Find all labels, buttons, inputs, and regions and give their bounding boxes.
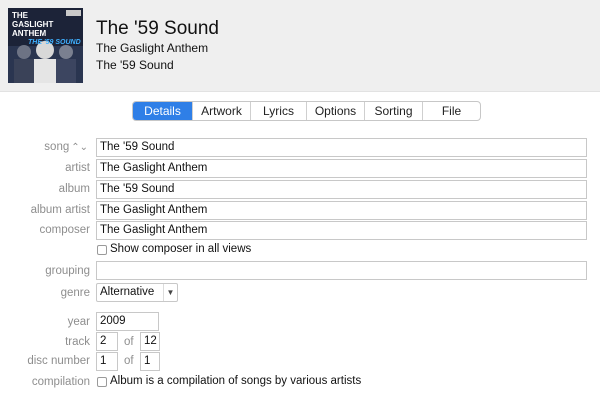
show-composer-label: Show composer in all views	[110, 243, 252, 255]
disc-total-field[interactable]: 1	[140, 352, 160, 371]
track-number-field[interactable]: 2	[96, 332, 118, 351]
album-artwork-image: THE GASLIGHT ANTHEM THE '59 SOUND	[8, 8, 83, 83]
artwork-text-line-3: ANTHEM	[12, 29, 47, 38]
track-total-field[interactable]: 12	[140, 332, 160, 351]
song-info-header: THE GASLIGHT ANTHEM THE '59 SOUND The '5…	[0, 0, 600, 92]
song-label: song ⌃⌄	[0, 141, 88, 153]
tab-sorting[interactable]: Sorting	[364, 102, 422, 120]
album-label: album	[58, 183, 90, 195]
genre-select[interactable]: Alternative ▼	[96, 283, 178, 302]
compilation-label: compilation	[31, 376, 90, 388]
tab-options[interactable]: Options	[306, 102, 364, 120]
artwork-text-line-4: THE '59 SOUND	[28, 39, 81, 46]
album-artwork[interactable]: THE GASLIGHT ANTHEM THE '59 SOUND	[8, 8, 83, 83]
compilation-checkbox-label: Album is a compilation of songs by vario…	[110, 375, 362, 387]
artist-field[interactable]: The Gaslight Anthem	[96, 159, 587, 178]
song-album: The '59 Sound	[96, 58, 174, 72]
tab-details[interactable]: Details	[133, 102, 192, 120]
year-label: year	[67, 316, 90, 328]
composer-field[interactable]: The Gaslight Anthem	[96, 221, 587, 240]
tab-lyrics[interactable]: Lyrics	[250, 102, 306, 120]
genre-value: Alternative	[100, 286, 155, 298]
genre-label: genre	[60, 287, 90, 299]
compilation-checkbox[interactable]	[97, 377, 107, 387]
disc-number-label: disc number	[27, 355, 90, 367]
show-composer-checkbox[interactable]	[97, 245, 107, 255]
disc-number-field[interactable]: 1	[96, 352, 118, 371]
composer-label: composer	[39, 224, 91, 236]
album-artist-field[interactable]: The Gaslight Anthem	[96, 201, 587, 220]
tab-file[interactable]: File	[422, 102, 480, 120]
chevron-down-icon: ▼	[163, 284, 177, 301]
artist-label: artist	[65, 162, 90, 174]
track-label: track	[65, 336, 90, 348]
artwork-text-line-1: THE	[12, 11, 29, 20]
track-of-label: of	[124, 336, 134, 348]
album-artist-label: album artist	[30, 204, 90, 216]
song-field[interactable]: The '59 Sound	[96, 138, 587, 157]
sort-chevron-icon[interactable]: ⌃⌄	[71, 142, 88, 153]
grouping-label: grouping	[45, 265, 90, 277]
album-field[interactable]: The '59 Sound	[96, 180, 587, 199]
tab-artwork[interactable]: Artwork	[192, 102, 250, 120]
disc-of-label: of	[124, 355, 134, 367]
grouping-field[interactable]	[96, 261, 587, 280]
song-artist: The Gaslight Anthem	[96, 41, 209, 55]
info-tabs: Details Artwork Lyrics Options Sorting F…	[132, 101, 481, 121]
song-title: The '59 Sound	[96, 18, 219, 39]
year-field[interactable]: 2009	[96, 312, 159, 331]
artwork-text-line-2: GASLIGHT	[12, 20, 53, 29]
song-label-text: song	[44, 141, 70, 153]
